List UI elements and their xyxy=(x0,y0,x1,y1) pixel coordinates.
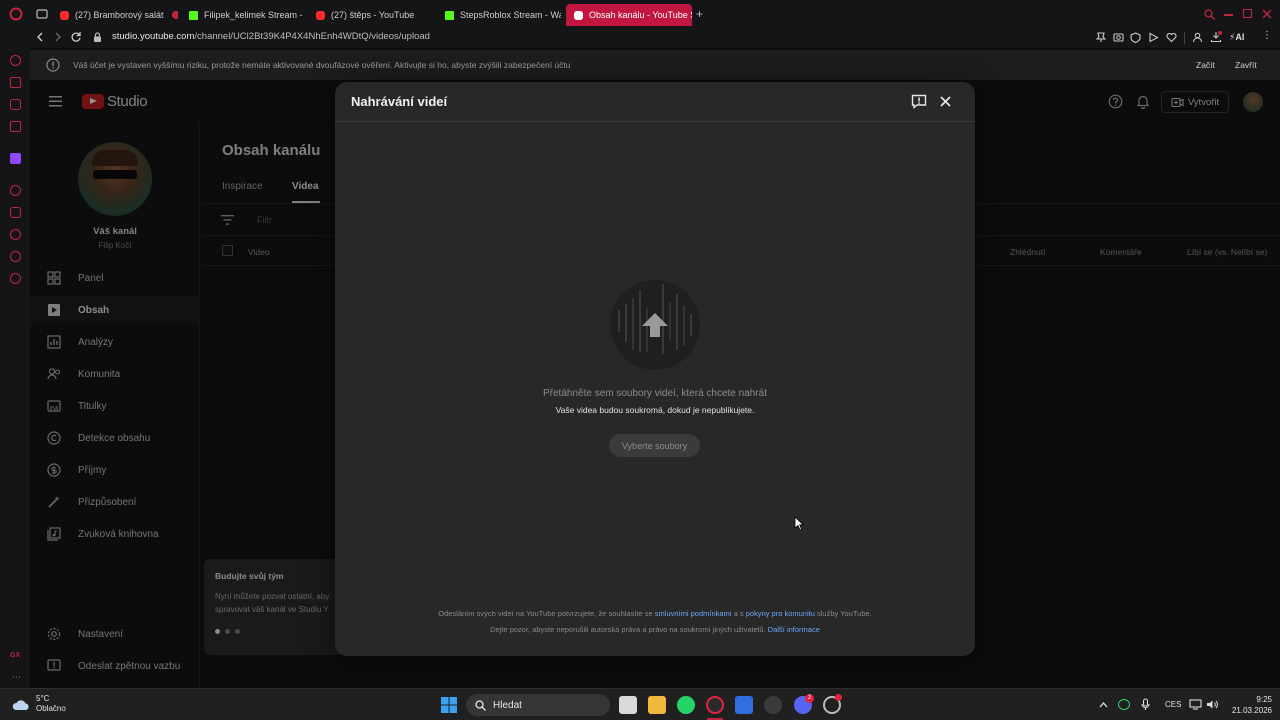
browser-sidebar: GX ⋯ xyxy=(0,48,30,688)
chevron-up-icon[interactable] xyxy=(1099,701,1108,708)
close-icon[interactable] xyxy=(940,96,951,107)
play-icon[interactable] xyxy=(1148,32,1159,43)
twitter-icon[interactable] xyxy=(10,99,21,110)
player-icon[interactable] xyxy=(10,185,21,196)
reload-icon[interactable] xyxy=(70,31,82,43)
browser-tab[interactable]: StepsRoblox Stream - Wa xyxy=(437,4,561,26)
info-icon xyxy=(46,58,60,72)
search-tabs-icon[interactable] xyxy=(1204,9,1215,20)
close-window-button[interactable] xyxy=(1262,9,1272,19)
youtube-icon xyxy=(574,10,583,20)
youtube-icon xyxy=(316,10,325,20)
roblox-studio-icon[interactable] xyxy=(735,696,753,714)
minimize-button[interactable] xyxy=(1224,14,1233,16)
file-explorer-icon[interactable] xyxy=(648,696,666,714)
feedback-icon[interactable] xyxy=(911,94,927,109)
upload-dialog-header: Nahrávání videí xyxy=(335,82,975,122)
wave-line xyxy=(625,304,627,342)
upload-drop-zone[interactable] xyxy=(610,280,700,370)
browser-tab-active[interactable]: Obsah kanálu - YouTube S xyxy=(566,4,692,26)
wave-line xyxy=(676,294,678,350)
game-launcher-icon[interactable] xyxy=(764,696,782,714)
opera-logo-icon[interactable] xyxy=(9,7,23,21)
weather-temp: 5°C xyxy=(36,694,50,703)
extensions-icon[interactable] xyxy=(10,251,21,262)
notification-badge: 2 xyxy=(805,694,814,703)
wave-line xyxy=(632,298,634,350)
mouse-cursor-icon xyxy=(794,516,804,531)
learn-more-link[interactable]: Další informace xyxy=(768,625,820,634)
copyright-notice: Dejte pozor, abyste neporušili autorská … xyxy=(490,625,820,634)
pinboard-icon[interactable] xyxy=(10,207,21,218)
volume-icon[interactable] xyxy=(1206,699,1219,710)
wave-line xyxy=(618,310,620,332)
messenger-icon[interactable] xyxy=(10,77,21,88)
aria-ai-button[interactable]: ⚡AI xyxy=(1229,32,1244,43)
monitor-icon[interactable] xyxy=(1189,699,1202,710)
taskbar-search[interactable]: Hledat xyxy=(466,694,610,716)
browser-tab[interactable]: (27) štěps - YouTube xyxy=(308,4,432,26)
pin-icon[interactable] xyxy=(1096,32,1106,43)
history-icon[interactable] xyxy=(10,229,21,240)
twitch-icon[interactable] xyxy=(10,153,21,164)
privacy-note: Vaše videa budou soukromá, dokud je nepu… xyxy=(555,405,755,415)
windows-start-icon[interactable] xyxy=(440,696,458,714)
security-banner: Váš účet je vystaven vyššímu riziku, pro… xyxy=(30,50,1280,80)
new-tab-button[interactable]: + xyxy=(696,8,703,20)
system-clock[interactable]: 9:25 21.03.2026 xyxy=(1224,694,1272,716)
ai-assistant-icon[interactable] xyxy=(10,55,21,66)
upload-arrow-icon xyxy=(642,313,668,337)
recording-dot-icon xyxy=(171,11,178,19)
language-indicator[interactable]: CES xyxy=(1165,700,1181,709)
sync-icon[interactable] xyxy=(1118,699,1130,710)
select-files-button[interactable]: Vyberte soubory xyxy=(609,434,700,457)
youtube-icon xyxy=(60,10,69,20)
terms-of-service-link[interactable]: smluvními podmínkami xyxy=(655,609,732,618)
terms-notice: Odesláním svých videí na YouTube potvrzu… xyxy=(438,609,872,618)
wave-line xyxy=(669,302,671,340)
microphone-icon[interactable] xyxy=(1141,698,1150,711)
maximize-button[interactable] xyxy=(1243,9,1252,18)
windows-taskbar: 5°C Oblačno Hledat 2 CES 9:25 21.03.2026 xyxy=(0,688,1280,720)
toolbar-divider xyxy=(1184,32,1185,44)
opera-gx-icon[interactable] xyxy=(706,696,724,714)
browser-tab-strip: (27) Bramborový salát Filipek_kelimek St… xyxy=(0,0,1280,28)
task-view-icon[interactable] xyxy=(619,696,637,714)
kick-icon xyxy=(189,10,198,20)
weather-desc: Oblačno xyxy=(36,704,66,713)
camera-icon[interactable] xyxy=(1113,32,1124,43)
browser-menu-icon[interactable]: ⋮ xyxy=(1262,31,1272,41)
wave-line xyxy=(683,306,685,346)
banner-start-button[interactable]: Začít xyxy=(1196,60,1215,70)
search-icon xyxy=(475,699,486,711)
shield-icon[interactable] xyxy=(1130,32,1141,43)
heart-icon[interactable] xyxy=(1166,32,1177,43)
lock-icon[interactable] xyxy=(93,32,102,43)
back-arrow-icon[interactable] xyxy=(35,32,45,42)
cloud-icon xyxy=(12,699,29,710)
settings-icon[interactable] xyxy=(10,273,21,284)
upload-dialog-title: Nahrávání videí xyxy=(351,94,448,109)
whatsapp-icon[interactable] xyxy=(677,696,695,714)
browser-tab[interactable]: Filipek_kelimek Stream - V xyxy=(181,4,305,26)
address-bar: studio.youtube.com/channel/UCl2Bt39K4P4X… xyxy=(0,28,1280,48)
browser-tab[interactable]: (27) Bramborový salát xyxy=(52,4,178,26)
url-field[interactable]: studio.youtube.com/channel/UCl2Bt39K4P4X… xyxy=(112,31,430,42)
profile-icon[interactable] xyxy=(1192,32,1203,43)
gx-logo-icon[interactable]: GX xyxy=(10,652,20,659)
kick-icon xyxy=(445,10,454,20)
banner-close-button[interactable]: Zavřít xyxy=(1235,60,1257,70)
update-dot xyxy=(835,694,842,701)
upload-dialog: Nahrávání videí Přetáhněte sem soubory v… xyxy=(335,82,975,656)
mail-icon[interactable] xyxy=(10,121,21,132)
community-guidelines-link[interactable]: pokyny pro komunitu xyxy=(746,609,815,618)
weather-widget[interactable]: 5°C Oblačno xyxy=(12,694,66,714)
drop-zone-instruction: Přetáhněte sem soubory videí, která chce… xyxy=(542,388,767,399)
forward-arrow-icon[interactable] xyxy=(53,32,63,42)
wave-line xyxy=(690,314,692,336)
download-icon[interactable] xyxy=(1210,31,1222,43)
more-icon[interactable]: ⋯ xyxy=(12,672,21,683)
tab-menu-icon[interactable] xyxy=(36,9,48,19)
banner-message: Váš účet je vystaven vyššímu riziku, pro… xyxy=(73,60,571,70)
